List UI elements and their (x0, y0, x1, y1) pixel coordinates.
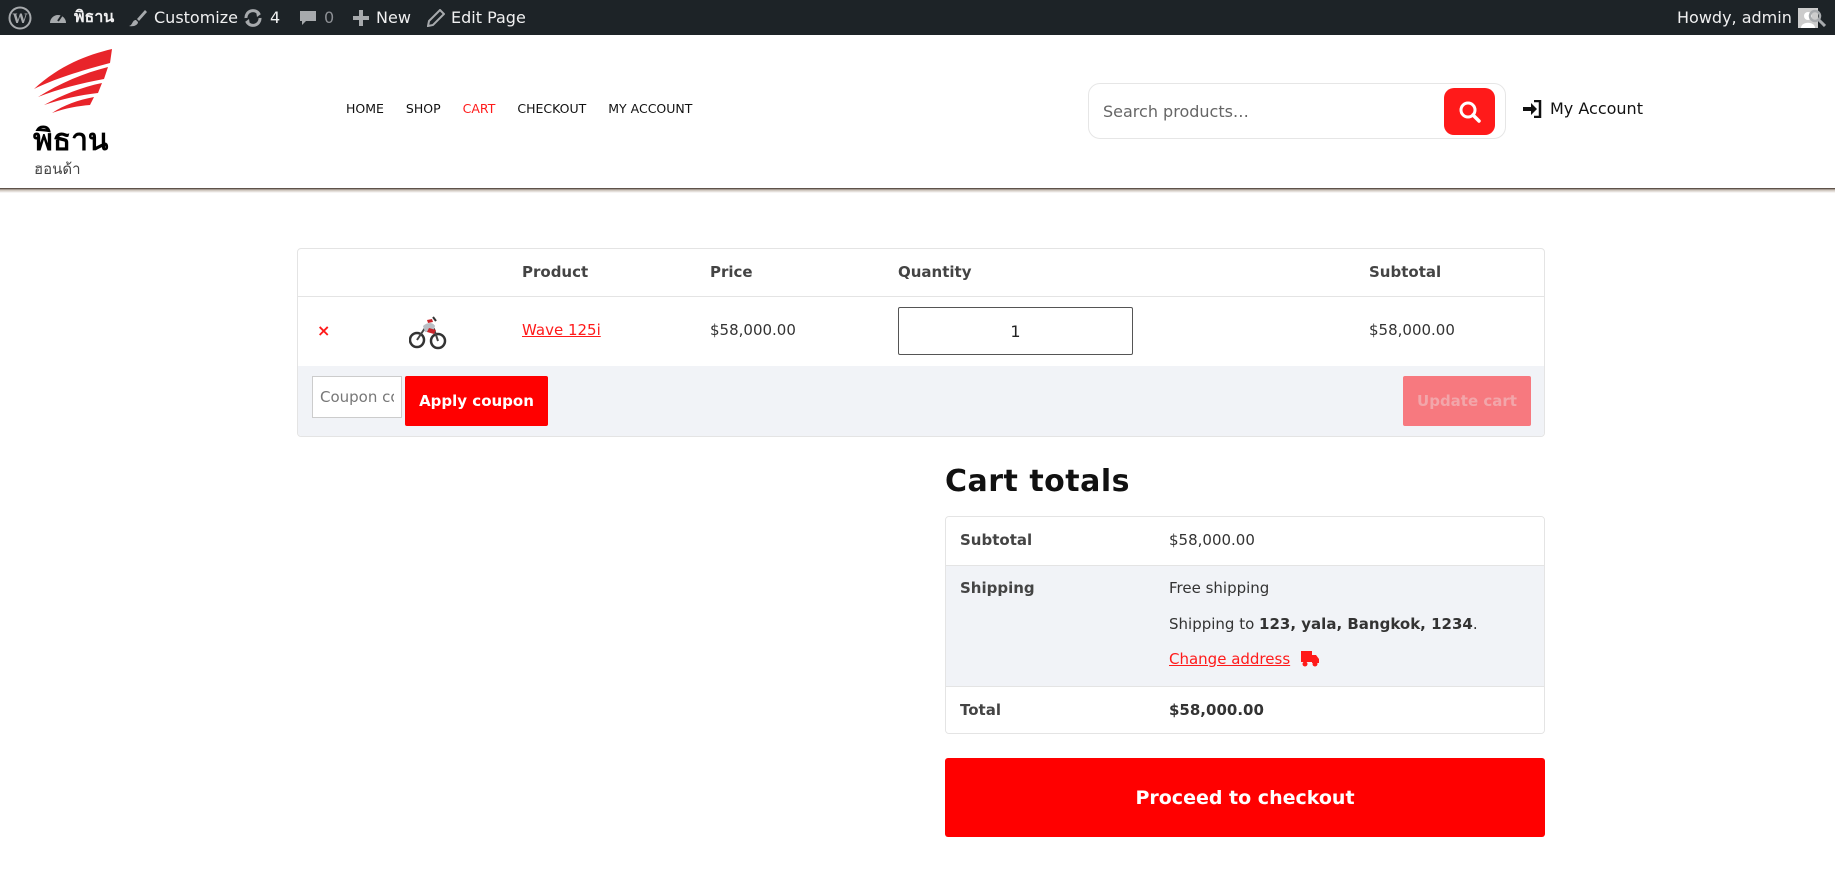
customize-link[interactable]: Customize (128, 0, 238, 35)
comments-count: 0 (324, 8, 335, 27)
coupon-input[interactable] (312, 376, 402, 418)
shipping-address: 123, yala, Bangkok, 1234 (1259, 615, 1473, 633)
customize-label: Customize (154, 8, 238, 27)
search-icon (1459, 101, 1481, 123)
delivery-truck-icon (1301, 651, 1320, 667)
svg-text:W: W (12, 12, 28, 27)
account-menu[interactable]: Howdy, admin (1677, 0, 1818, 35)
site-menu[interactable]: พิธาน (48, 0, 114, 35)
header-divider (0, 188, 1835, 193)
comments-link[interactable]: 0 (298, 0, 334, 35)
edit-page-label: Edit Page (451, 8, 526, 27)
cart-actions: Apply coupon Update cart (298, 366, 1544, 436)
product-name-link[interactable]: Wave 125i (522, 321, 601, 339)
header-price: Price (710, 263, 753, 281)
product-price: $58,000.00 (710, 321, 796, 339)
admin-bar: W พิธาน Customize 4 0 New Edit Page Howd… (0, 0, 1835, 35)
nav-shop[interactable]: SHOP (395, 101, 452, 116)
shipping-method: Free shipping (1169, 579, 1270, 597)
cart-totals-table: Subtotal $58,000.00 Shipping Free shippi… (945, 516, 1545, 734)
honda-wing-logo[interactable] (32, 49, 114, 119)
product-subtotal: $58,000.00 (1369, 321, 1455, 339)
proceed-to-checkout-button[interactable]: Proceed to checkout (945, 758, 1545, 837)
nav-my-account[interactable]: MY ACCOUNT (597, 101, 703, 116)
dashboard-icon (50, 13, 66, 23)
nav-cart[interactable]: CART (452, 101, 507, 116)
motorcycle-image (408, 316, 447, 350)
shipping-to-prefix: Shipping to (1169, 615, 1255, 633)
header-subtotal: Subtotal (1369, 263, 1442, 281)
subtotal-row: Subtotal $58,000.00 (946, 517, 1544, 565)
site-tagline: ฮอนด้า (34, 160, 81, 178)
new-label: New (376, 8, 411, 27)
header-quantity: Quantity (898, 263, 972, 281)
login-icon (1523, 99, 1542, 118)
new-content-link[interactable]: New (352, 0, 411, 35)
brush-icon (129, 9, 147, 26)
admin-site-name: พิธาน (74, 7, 115, 26)
edit-page-link[interactable]: Edit Page (427, 0, 526, 35)
comment-icon (300, 10, 316, 25)
total-label: Total (960, 701, 1001, 719)
site-header: พิธาน ฮอนด้า HOME SHOP CART CHECKOUT MY … (0, 35, 1835, 190)
wordpress-logo-icon[interactable]: W (8, 0, 32, 35)
account-label: My Account (1550, 99, 1643, 118)
plus-icon (353, 9, 369, 26)
subtotal-value: $58,000.00 (1169, 531, 1255, 549)
quantity-input[interactable] (898, 307, 1133, 355)
cart-table: Product Price Quantity Subtotal × Wave 1… (297, 248, 1545, 437)
update-cart-button[interactable]: Update cart (1403, 376, 1531, 426)
remove-item-button[interactable]: × (317, 321, 330, 340)
change-address-label: Change address (1169, 650, 1291, 668)
pencil-icon (427, 8, 445, 27)
main-navigation: HOME SHOP CART CHECKOUT MY ACCOUNT (346, 101, 703, 116)
admin-search-icon[interactable] (1808, 0, 1826, 35)
total-value: $58,000.00 (1169, 701, 1264, 719)
total-row: Total $58,000.00 (946, 687, 1544, 733)
cart-totals-title: Cart totals (945, 464, 1131, 499)
refresh-icon (244, 8, 262, 27)
shipping-row: Shipping Free shipping Shipping to 123, … (946, 566, 1544, 686)
subtotal-label: Subtotal (960, 531, 1033, 549)
change-address-link[interactable]: Change address (1169, 650, 1320, 668)
product-thumbnail[interactable] (408, 312, 447, 354)
howdy-label: Howdy, admin (1677, 8, 1792, 27)
nav-checkout[interactable]: CHECKOUT (506, 101, 597, 116)
header-divider-line (298, 296, 1544, 297)
shipping-label: Shipping (960, 579, 1035, 597)
header-account-link[interactable]: My Account (1522, 99, 1643, 118)
change-address-wrap: Change address (1169, 650, 1320, 668)
search-button[interactable] (1444, 88, 1495, 135)
updates-count: 4 (270, 8, 281, 27)
shipping-destination: Shipping to 123, yala, Bangkok, 1234. (1169, 615, 1478, 633)
nav-home[interactable]: HOME (346, 101, 395, 116)
search-input[interactable] (1103, 96, 1423, 126)
apply-coupon-button[interactable]: Apply coupon (405, 376, 548, 426)
header-product: Product (522, 263, 589, 281)
updates-link[interactable]: 4 (242, 0, 280, 35)
product-search (1088, 83, 1506, 139)
